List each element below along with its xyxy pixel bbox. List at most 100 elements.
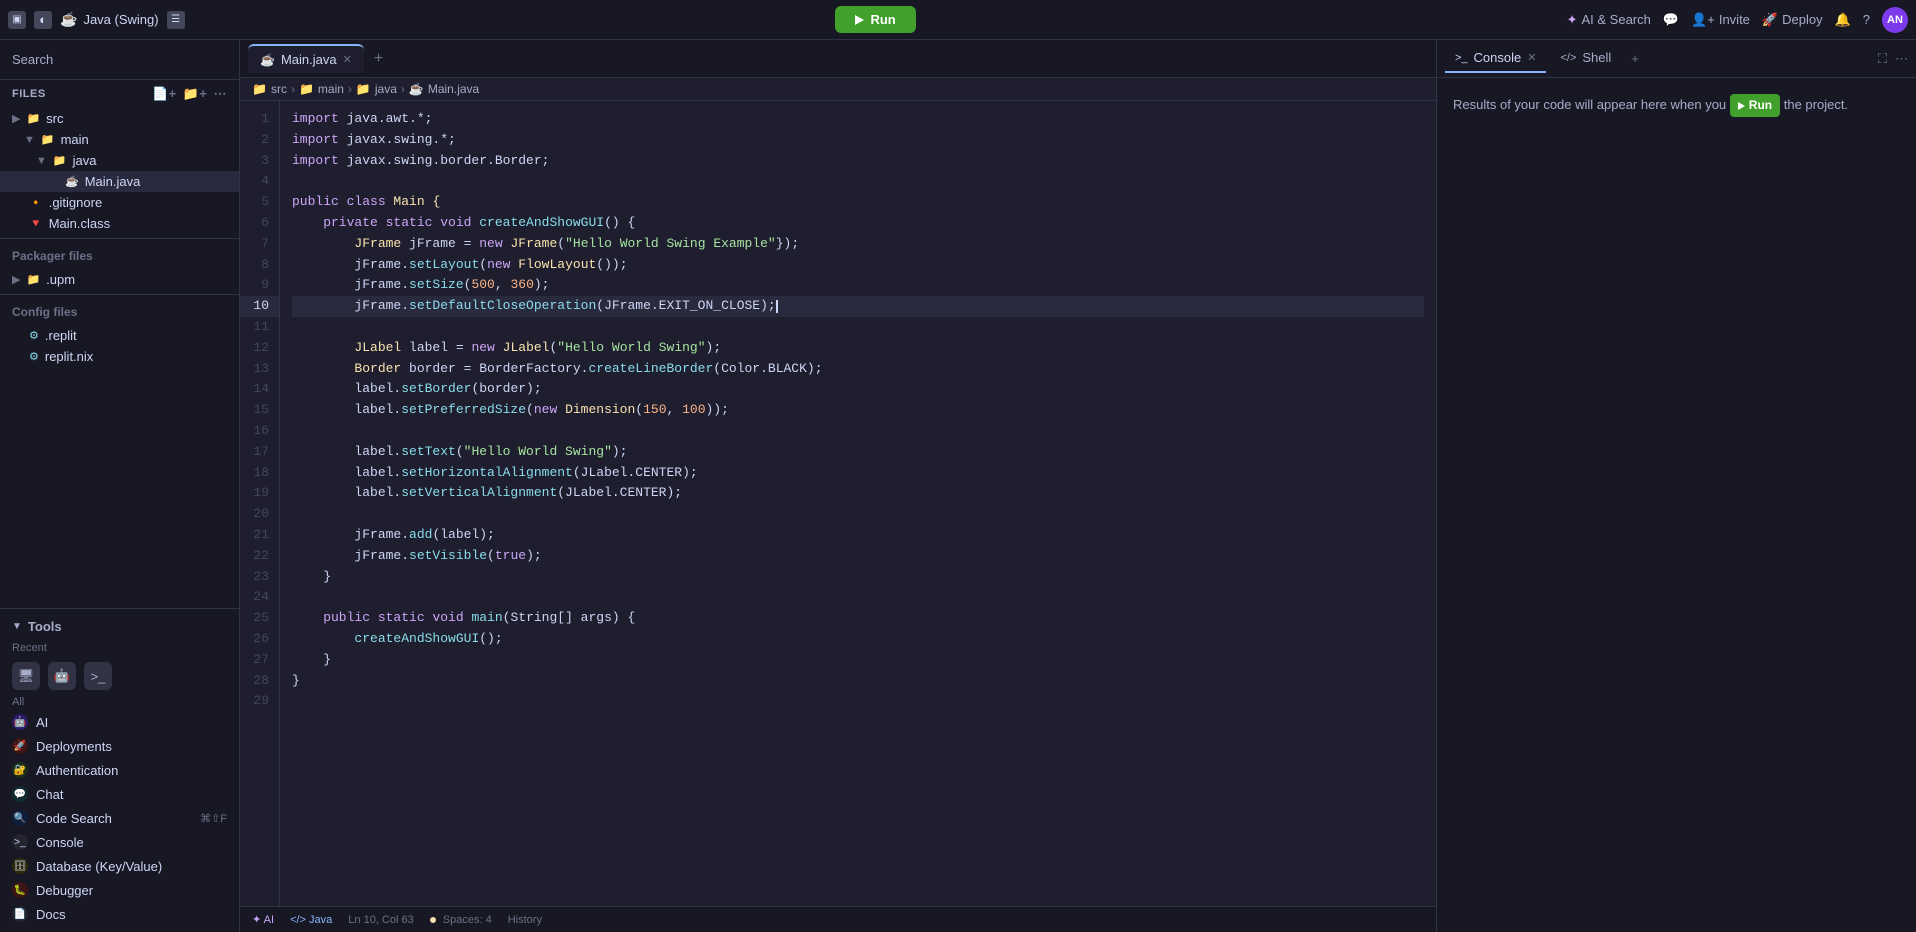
code-line-13: Border border = BorderFactory.createLine… — [292, 359, 1424, 380]
theme-icon[interactable]: ◐ — [34, 11, 52, 29]
avatar[interactable]: AN — [1882, 7, 1908, 33]
docs-tool-icon: 📄 — [12, 906, 28, 922]
sidebar-files-section: Files 📄+ 📁+ ⋯ ▶ 📁 src ▼ 📁 main ▼ � — [0, 80, 239, 608]
line-number-29: 29 — [240, 691, 279, 712]
code-line-22: jFrame.setVisible(true); — [292, 546, 1424, 567]
breadcrumb-sep-1: › — [291, 82, 295, 96]
search-label[interactable]: Search — [12, 48, 227, 71]
new-file-icon[interactable]: 📄+ — [152, 86, 177, 102]
code-line-24 — [292, 587, 1424, 608]
tool-deployments[interactable]: 🚀 Deployments — [0, 734, 239, 758]
layout-icon[interactable]: ☰ — [167, 11, 185, 29]
console-tab-close[interactable]: ✕ — [1527, 51, 1536, 64]
breadcrumb-icon-src: 📁 — [252, 82, 267, 96]
line-number-11: 11 — [240, 317, 279, 338]
chat-button[interactable]: 💬 — [1663, 12, 1679, 28]
code-line-5: public class Main { — [292, 192, 1424, 213]
run-button[interactable]: Run — [835, 6, 915, 33]
tree-item-upm[interactable]: ▶ 📁 .upm — [0, 269, 239, 290]
tool-authentication[interactable]: 🔐 Authentication — [0, 758, 239, 782]
expand-icon[interactable]: ⛶ — [1878, 51, 1887, 67]
breadcrumb: 📁 src › 📁 main › 📁 java › ☕ Main.java — [240, 78, 1436, 101]
ai-tool-icon: 🤖 — [12, 714, 28, 730]
code-line-17: label.setText("Hello World Swing"); — [292, 442, 1424, 463]
line-number-12: 12 — [240, 338, 279, 359]
code-line-23: } — [292, 567, 1424, 588]
spaces-status: Spaces: 4 — [430, 914, 492, 926]
run-inline-triangle-icon — [1738, 102, 1745, 110]
recent-shell-tool[interactable]: >_ — [84, 662, 112, 690]
code-editor: 1234567891011121314151617181920212223242… — [240, 101, 1436, 906]
code-line-29 — [292, 691, 1424, 712]
tool-console[interactable]: >_ Console — [0, 830, 239, 854]
recent-desktop-tool[interactable]: 🖥 — [12, 662, 40, 690]
code-line-14: label.setBorder(border); — [292, 379, 1424, 400]
java-file-tab-icon: ☕ — [260, 53, 275, 67]
ai-search-button[interactable]: ✦ AI & Search — [1567, 12, 1651, 28]
tools-header[interactable]: ▼ Tools — [0, 615, 239, 638]
tree-item-main-java[interactable]: ☕ Main.java — [0, 171, 239, 192]
tab-close-icon[interactable]: ✕ — [343, 53, 352, 66]
window-icon[interactable]: ▣ — [8, 11, 26, 29]
tool-code-search[interactable]: 🔍 Code Search ⌘⇧F — [0, 806, 239, 830]
new-console-tab[interactable]: + — [1625, 51, 1645, 66]
sidebar-search-section: Search — [0, 40, 239, 80]
topbar-right: ✦ AI & Search 💬 👤+ Invite 🚀 Deploy 🔔 ? A… — [1567, 7, 1908, 33]
editor-area: ☕ Main.java ✕ + 📁 src › 📁 main › 📁 java … — [240, 40, 1436, 932]
code-line-19: label.setVerticalAlignment(JLabel.CENTER… — [292, 483, 1424, 504]
tab-main-java[interactable]: ☕ Main.java ✕ — [248, 44, 364, 73]
code-line-12: JLabel label = new JLabel("Hello World S… — [292, 338, 1424, 359]
help-button[interactable]: ? — [1863, 12, 1870, 27]
folder-icon: 📁 — [26, 273, 40, 286]
line-number-10: 10 — [240, 296, 279, 317]
line-number-1: 1 — [240, 109, 279, 130]
code-line-9: jFrame.setSize(500, 360); — [292, 275, 1424, 296]
recent-ai-tool[interactable]: 🤖 — [48, 662, 76, 690]
run-inline-button: Run — [1730, 94, 1780, 117]
ai-status[interactable]: ✦ AI — [252, 913, 274, 926]
tree-item-src[interactable]: ▶ 📁 src — [0, 108, 239, 129]
run-triangle-icon — [855, 15, 864, 25]
tool-debugger[interactable]: 🐛 Debugger — [0, 878, 239, 902]
tab-shell[interactable]: </> Shell — [1550, 44, 1621, 73]
sparkle-icon: ✦ — [1567, 12, 1578, 28]
sidebar: Search Files 📄+ 📁+ ⋯ ▶ 📁 src ▼ 📁 main — [0, 40, 240, 932]
lang-status[interactable]: </> Java — [290, 914, 332, 926]
console-panel-actions: ⛶ ⋯ — [1878, 51, 1908, 67]
tree-item-replit[interactable]: ⚙ .replit — [0, 325, 239, 346]
tree-item-main-folder[interactable]: ▼ 📁 main — [0, 129, 239, 150]
line-number-8: 8 — [240, 255, 279, 276]
new-folder-icon[interactable]: 📁+ — [183, 86, 208, 102]
invite-button[interactable]: 👤+ Invite — [1691, 12, 1750, 28]
auth-tool-icon: 🔐 — [12, 762, 28, 778]
tool-docs[interactable]: 📄 Docs — [0, 902, 239, 926]
database-tool-icon: 🗄 — [12, 858, 28, 874]
line-number-28: 28 — [240, 671, 279, 692]
tool-chat[interactable]: 💬 Chat — [0, 782, 239, 806]
deploy-button[interactable]: 🚀 Deploy — [1762, 12, 1823, 28]
line-number-4: 4 — [240, 171, 279, 192]
right-panel-tabs: >_ Console ✕ </> Shell + ⛶ ⋯ — [1437, 40, 1916, 78]
tool-database[interactable]: 🗄 Database (Key/Value) — [0, 854, 239, 878]
line-number-22: 22 — [240, 546, 279, 567]
tool-ai[interactable]: 🤖 AI — [0, 710, 239, 734]
code-line-16 — [292, 421, 1424, 442]
files-more-icon[interactable]: ⋯ — [214, 86, 228, 102]
code-line-4 — [292, 171, 1424, 192]
tree-item-main-class[interactable]: 🔻 Main.class — [0, 213, 239, 234]
code-content[interactable]: import java.awt.*;import javax.swing.*;i… — [280, 101, 1436, 906]
more-options-icon[interactable]: ⋯ — [1895, 51, 1908, 67]
new-tab-button[interactable]: + — [368, 50, 389, 68]
history-status[interactable]: History — [508, 914, 542, 926]
tab-console[interactable]: >_ Console ✕ — [1445, 44, 1546, 73]
chevron-down-icon: ▼ — [12, 621, 22, 632]
tree-item-gitignore[interactable]: 🔸 .gitignore — [0, 192, 239, 213]
line-number-17: 17 — [240, 442, 279, 463]
main-layout: Search Files 📄+ 📁+ ⋯ ▶ 📁 src ▼ 📁 main — [0, 40, 1916, 932]
editor-status-bar: ✦ AI </> Java Ln 10, Col 63 Spaces: 4 Hi… — [240, 906, 1436, 932]
tree-item-replit-nix[interactable]: ⚙ replit.nix — [0, 346, 239, 367]
line-number-19: 19 — [240, 483, 279, 504]
notifications-button[interactable]: 🔔 — [1835, 12, 1851, 28]
right-panel: >_ Console ✕ </> Shell + ⛶ ⋯ Results of … — [1436, 40, 1916, 932]
tree-item-java-folder[interactable]: ▼ 📁 java — [0, 150, 239, 171]
